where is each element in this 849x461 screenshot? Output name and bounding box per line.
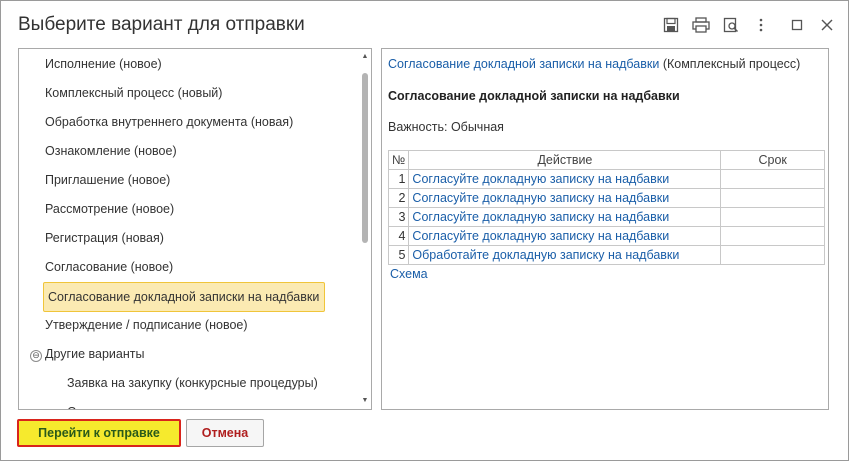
list-item[interactable]: Приглашение (новое) xyxy=(45,166,170,194)
process-line: Согласование докладной записки на надбав… xyxy=(388,57,800,71)
variants-list-panel[interactable]: Исполнение (новое) Комплексный процесс (… xyxy=(18,48,372,410)
table-header-row: № Действие Срок xyxy=(387,150,825,170)
scroll-up-icon[interactable]: ▲ xyxy=(361,52,369,62)
row-num: 2 xyxy=(387,188,410,208)
variant-details-panel: Согласование докладной записки на надбав… xyxy=(381,48,829,410)
preview-icon[interactable] xyxy=(721,15,741,35)
print-icon[interactable] xyxy=(691,15,711,35)
tasks-table: № Действие Срок 1 Согласуйте докладную з… xyxy=(387,150,825,265)
title-bar: Выберите вариант для отправки xyxy=(1,1,848,47)
process-type: (Комплексный процесс) xyxy=(662,57,801,71)
table-row: 1 Согласуйте докладную записку на надбав… xyxy=(387,169,825,189)
list-item[interactable]: Комплексный процесс (новый) xyxy=(45,79,222,107)
action-link[interactable]: Согласуйте докладную записку на надбавки xyxy=(412,210,669,224)
row-num: 4 xyxy=(387,226,410,246)
process-link[interactable]: Согласование докладной записки на надбав… xyxy=(388,57,659,71)
maximize-icon[interactable] xyxy=(787,15,807,35)
collapse-group-icon[interactable]: ⊖ xyxy=(30,350,42,362)
save-icon[interactable] xyxy=(661,15,681,35)
table-row: 4 Согласуйте докладную записку на надбав… xyxy=(387,226,825,246)
vertical-scrollbar[interactable]: ▲ ▼ xyxy=(359,49,371,409)
list-item[interactable]: Рассмотрение (новое) xyxy=(45,195,174,223)
column-header-num: № xyxy=(387,150,410,170)
cancel-button[interactable]: Отмена xyxy=(186,419,264,447)
action-link[interactable]: Обработайте докладную записку на надбавк… xyxy=(412,248,679,262)
table-row: 3 Согласуйте докладную записку на надбав… xyxy=(387,207,825,227)
group-other-variants[interactable]: Другие варианты xyxy=(45,340,144,368)
list-item[interactable]: Исполнение (новое) xyxy=(45,50,162,78)
dialog-title: Выберите вариант для отправки xyxy=(18,14,305,35)
list-item-partial[interactable]: С xyxy=(67,398,76,409)
scroll-thumb[interactable] xyxy=(362,73,368,243)
list-item[interactable]: Регистрация (новая) xyxy=(45,224,164,252)
more-icon[interactable] xyxy=(751,15,771,35)
list-item[interactable]: Ознакомление (новое) xyxy=(45,137,177,165)
action-link[interactable]: Согласуйте докладную записку на надбавки xyxy=(412,229,669,243)
list-item[interactable]: Согласование (новое) xyxy=(45,253,173,281)
column-header-deadline: Срок xyxy=(720,150,825,170)
row-num: 3 xyxy=(387,207,410,227)
importance-text: Важность: Обычная xyxy=(388,120,504,134)
list-item-selected[interactable]: Согласование докладной записки на надбав… xyxy=(43,282,326,312)
row-deadline xyxy=(720,245,825,265)
row-deadline xyxy=(720,188,825,208)
dialog-window: Выберите вариант для отправки Исполнение… xyxy=(0,0,849,461)
list-item[interactable]: Заявка на закупку (конкурсные процедуры) xyxy=(67,369,318,397)
close-icon[interactable] xyxy=(817,15,837,35)
row-deadline xyxy=(720,226,825,246)
submit-button[interactable]: Перейти к отправке xyxy=(17,419,181,447)
action-link[interactable]: Согласуйте докладную записку на надбавки xyxy=(412,172,669,186)
process-heading: Согласование докладной записки на надбав… xyxy=(388,89,680,103)
row-num: 1 xyxy=(387,169,410,189)
action-link[interactable]: Согласуйте докладную записку на надбавки xyxy=(412,191,669,205)
column-header-action: Действие xyxy=(408,150,722,170)
row-deadline xyxy=(720,169,825,189)
table-row: 5 Обработайте докладную записку на надба… xyxy=(387,245,825,265)
row-deadline xyxy=(720,207,825,227)
row-num: 5 xyxy=(387,245,410,265)
scroll-down-icon[interactable]: ▼ xyxy=(361,396,369,406)
list-item[interactable]: Обработка внутреннего документа (новая) xyxy=(45,108,293,136)
scheme-link[interactable]: Схема xyxy=(390,267,428,281)
list-item[interactable]: Утверждение / подписание (новое) xyxy=(45,311,248,339)
table-row: 2 Согласуйте докладную записку на надбав… xyxy=(387,188,825,208)
